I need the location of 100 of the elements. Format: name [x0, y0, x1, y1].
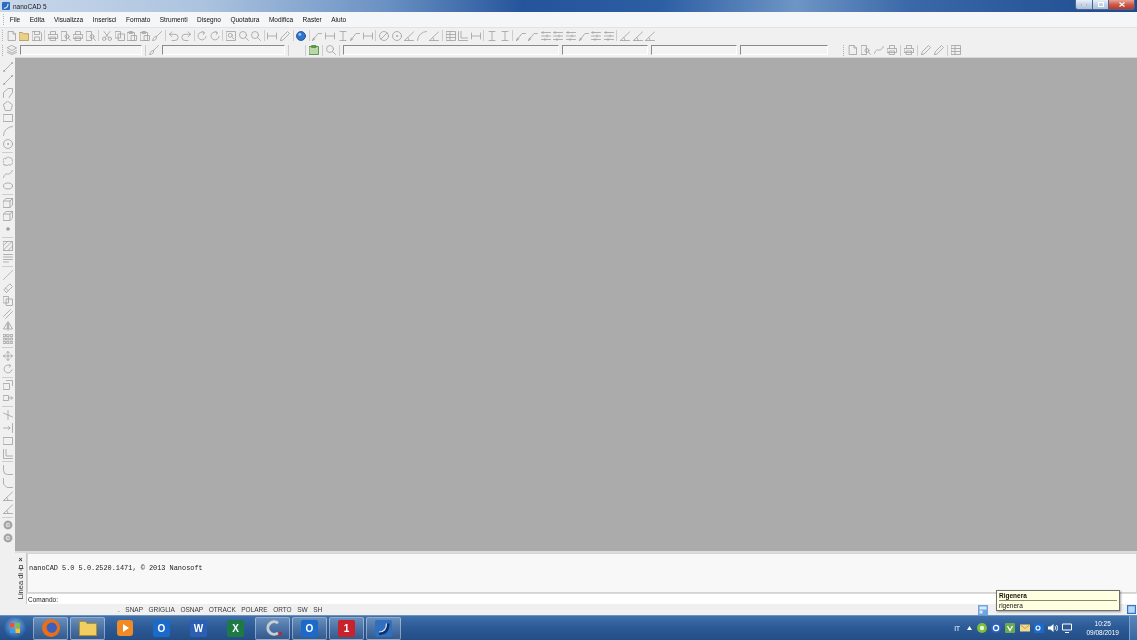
- circle-icon[interactable]: [391, 30, 402, 41]
- sphere-icon[interactable]: [296, 30, 307, 41]
- leader-icon[interactable]: [528, 30, 539, 41]
- dashed-line-icon[interactable]: [2, 270, 13, 281]
- move-icon[interactable]: [2, 350, 13, 361]
- refresh-icon[interactable]: [209, 30, 220, 41]
- leader-icon[interactable]: [312, 30, 323, 41]
- disc-icon[interactable]: [976, 623, 987, 633]
- fillet-icon[interactable]: [2, 465, 13, 476]
- printer-icon[interactable]: [73, 30, 84, 41]
- pin-icon[interactable]: [17, 565, 24, 571]
- vertical-dimension-icon[interactable]: [486, 30, 497, 41]
- circle-slash-icon[interactable]: [378, 30, 389, 41]
- paste-icon[interactable]: [127, 30, 138, 41]
- dimension-icon[interactable]: [325, 30, 335, 41]
- brush-icon[interactable]: [149, 45, 159, 55]
- combo-field[interactable]: [740, 45, 828, 55]
- combo-field[interactable]: [343, 45, 559, 55]
- array-grid-icon[interactable]: [2, 334, 13, 345]
- arc-icon[interactable]: [2, 126, 13, 137]
- speaker-icon[interactable]: [1048, 623, 1059, 633]
- zoom-icon[interactable]: [251, 30, 262, 41]
- document-search-icon[interactable]: [861, 45, 871, 55]
- angle-icon[interactable]: [2, 503, 13, 514]
- cube-icon[interactable]: [2, 198, 13, 209]
- angle-icon[interactable]: [620, 30, 631, 41]
- frame-icon[interactable]: [1127, 605, 1136, 614]
- maximize-button[interactable]: [1093, 0, 1109, 10]
- vertical-dimension-icon[interactable]: [337, 30, 348, 41]
- leader-icon[interactable]: [515, 30, 526, 41]
- monitor-icon[interactable]: [1062, 623, 1073, 633]
- dimension-icon[interactable]: [267, 30, 278, 41]
- line-icon[interactable]: [2, 74, 13, 85]
- panel-icon[interactable]: [978, 604, 988, 615]
- sliders-icon[interactable]: [591, 30, 602, 41]
- redo-icon[interactable]: [181, 30, 192, 41]
- printer-icon[interactable]: [887, 45, 897, 55]
- taskbar-button[interactable]: O: [144, 616, 179, 640]
- angle-icon[interactable]: [2, 490, 13, 501]
- spline-icon[interactable]: [874, 45, 884, 55]
- scissors-icon[interactable]: [101, 30, 112, 41]
- refresh-icon[interactable]: [197, 30, 208, 41]
- rectangle-icon[interactable]: [2, 113, 13, 124]
- envelope-icon[interactable]: [1019, 623, 1030, 633]
- chevron-tile-icon[interactable]: [1005, 623, 1016, 633]
- pencil-icon[interactable]: [280, 30, 291, 41]
- clipboard-icon[interactable]: [309, 45, 319, 55]
- table-icon[interactable]: [951, 45, 961, 55]
- paste-icon[interactable]: [139, 30, 150, 41]
- taskbar-button[interactable]: X: [218, 616, 253, 640]
- corner-icon[interactable]: [458, 30, 469, 41]
- copy-icon[interactable]: [114, 30, 125, 41]
- layers-icon[interactable]: [7, 45, 17, 55]
- chamfer-icon[interactable]: [2, 478, 13, 489]
- sliders-icon[interactable]: [540, 30, 551, 41]
- mirror-icon[interactable]: [2, 321, 13, 332]
- corner-icon[interactable]: [2, 448, 13, 459]
- line-icon[interactable]: [2, 62, 13, 72]
- brush-icon[interactable]: [152, 30, 163, 41]
- copy-icon[interactable]: [2, 295, 13, 306]
- printer-icon[interactable]: [904, 45, 914, 55]
- combo-field[interactable]: [20, 45, 142, 55]
- sliders-icon[interactable]: [603, 30, 614, 41]
- spline-icon[interactable]: [2, 168, 13, 179]
- cloud-icon[interactable]: [2, 155, 13, 166]
- angle-icon[interactable]: [429, 30, 440, 41]
- ring-tile-icon[interactable]: [1033, 623, 1044, 633]
- taskbar-button[interactable]: [255, 616, 290, 640]
- close-button[interactable]: [1109, 0, 1135, 10]
- trim-icon[interactable]: [2, 410, 13, 420]
- circle-icon[interactable]: [2, 139, 13, 150]
- sliders-icon[interactable]: [566, 30, 577, 41]
- undo-icon[interactable]: [168, 30, 179, 41]
- taskbar-button[interactable]: O: [292, 616, 327, 640]
- rotate-icon[interactable]: [2, 363, 13, 374]
- document-icon[interactable]: [6, 30, 17, 41]
- combo-field[interactable]: [651, 45, 737, 55]
- cube-icon[interactable]: [2, 210, 13, 221]
- document-search-icon[interactable]: [85, 30, 96, 41]
- printer-icon[interactable]: [47, 30, 58, 41]
- taskbar-button[interactable]: 1: [329, 616, 364, 640]
- stretch-icon[interactable]: [2, 393, 13, 404]
- up-arrow-icon[interactable]: [967, 626, 973, 630]
- polygon-icon[interactable]: [2, 100, 13, 111]
- angle-icon[interactable]: [632, 30, 643, 41]
- rectangle-icon[interactable]: [2, 435, 13, 446]
- combo-field[interactable]: [562, 45, 648, 55]
- angle-icon[interactable]: [404, 30, 415, 41]
- hatch-icon[interactable]: [2, 240, 13, 251]
- vertical-dimension-icon[interactable]: [499, 30, 510, 41]
- dimension-icon[interactable]: [362, 30, 373, 41]
- zoom-icon[interactable]: [238, 30, 249, 41]
- table-icon[interactable]: [445, 30, 456, 41]
- taskbar-button[interactable]: [366, 616, 401, 640]
- combo-field[interactable]: [162, 45, 285, 55]
- taskbar-button[interactable]: [70, 616, 105, 640]
- ellipse-icon[interactable]: [2, 181, 13, 192]
- polyline-icon[interactable]: [2, 87, 13, 98]
- extend-icon[interactable]: [2, 422, 13, 433]
- ring-icon[interactable]: [990, 623, 1001, 633]
